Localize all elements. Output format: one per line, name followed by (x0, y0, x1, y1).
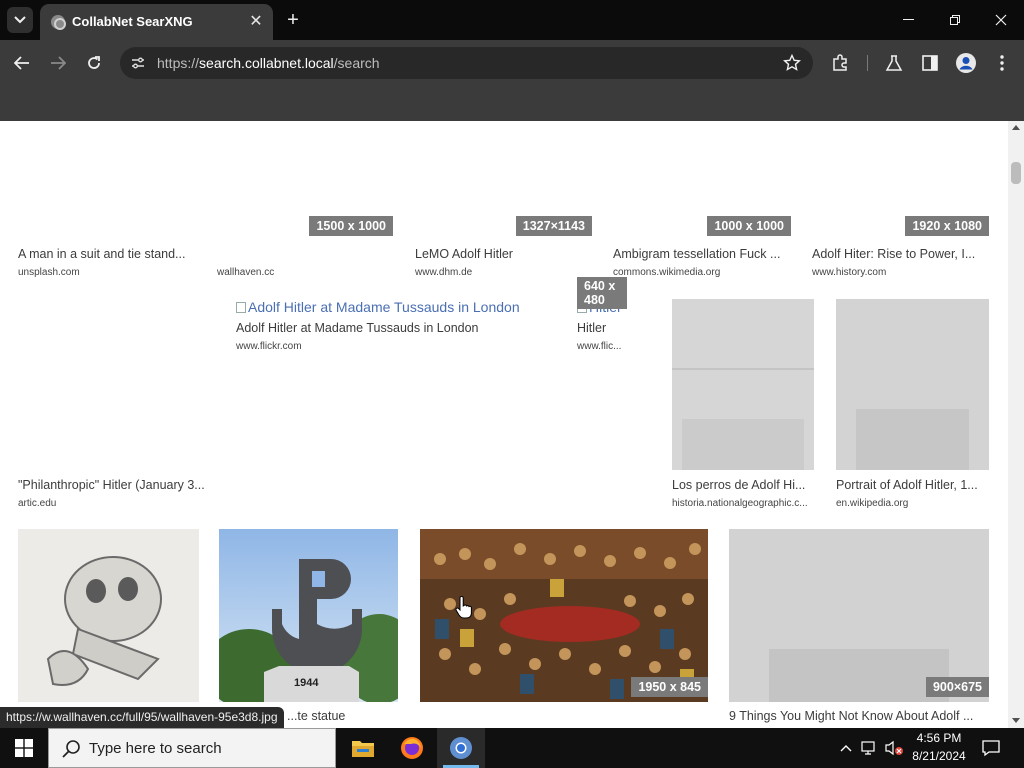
firefox-icon[interactable] (388, 728, 436, 768)
image-result[interactable]: Los perros de Adolf Hi... historia.natio… (672, 299, 814, 514)
tab-search-button[interactable] (7, 7, 33, 33)
tab-title: CollabNet SearXNG (72, 14, 193, 29)
result-url: historia.nationalgeographic.c... (672, 498, 808, 509)
result-thumbnail[interactable]: 1944 (219, 529, 398, 702)
image-result[interactable] (18, 529, 199, 704)
image-result[interactable]: 1500 x 1000 wallhaven.cc (217, 121, 393, 281)
result-thumbnail[interactable] (836, 299, 989, 470)
image-result[interactable]: 1920 x 1080 Adolf Hiter: Rise to Power, … (812, 121, 989, 281)
menu-icon[interactable] (991, 52, 1013, 74)
result-url: www.history.com (812, 267, 887, 278)
result-title[interactable]: LeMO Adolf Hitler (415, 247, 592, 261)
statue-plaque-text: 1944 (294, 677, 319, 689)
search-icon (62, 740, 80, 758)
minimize-icon[interactable] (886, 0, 932, 40)
taskbar-search-placeholder: Type here to search (89, 740, 222, 757)
resolution-badge: 640 x 480 (577, 277, 627, 309)
resolution-badge: 1000 x 1000 (707, 216, 791, 236)
windows-icon[interactable] (0, 728, 48, 768)
result-title[interactable]: Portrait of Adolf Hitler, 1... (836, 478, 989, 492)
site-info-icon[interactable] (130, 55, 146, 71)
page-scrollbar[interactable] (1008, 121, 1024, 728)
result-url: commons.wikimedia.org (613, 267, 721, 278)
hand-cursor-icon (455, 596, 472, 619)
bookmarks-bar (0, 86, 1024, 121)
volume-muted-icon[interactable] (884, 738, 904, 758)
network-icon[interactable] (860, 738, 880, 758)
toolbar-separator (867, 55, 868, 71)
resolution-badge: 900×675 (925, 677, 989, 697)
star-icon[interactable] (783, 54, 801, 72)
result-title[interactable]: Adolf Hiter: Rise to Power, I... (812, 247, 989, 261)
image-result[interactable]: "Philanthropic" Hitler (January 3... art… (18, 471, 218, 511)
browser-toolbar: https://search.collabnet.local/search (0, 40, 1024, 86)
url-text: https://search.collabnet.local/search (157, 55, 380, 71)
link-status-bubble: https://w.wallhaven.cc/full/95/wallhaven… (0, 707, 284, 728)
result-title[interactable]: "Philanthropic" Hitler (January 3... (18, 478, 213, 492)
result-thumbnail[interactable] (18, 529, 199, 702)
address-bar[interactable]: https://search.collabnet.local/search (120, 47, 813, 79)
back-icon[interactable] (8, 49, 36, 77)
resolution-badge: 1920 x 1080 (905, 216, 989, 236)
chrome-icon[interactable] (437, 728, 485, 768)
image-result[interactable]: Hitler 640 x 480 Hitler www.flic... (577, 277, 627, 357)
tab-active[interactable]: CollabNet SearXNG ✕ (40, 4, 273, 40)
tab-search-icon (14, 16, 26, 24)
result-url: www.dhm.de (415, 267, 473, 278)
clock-date[interactable]: 8/21/2024 (904, 749, 974, 763)
result-title[interactable]: A man in a suit and tie stand... (18, 247, 198, 261)
file-explorer-icon[interactable] (339, 728, 387, 768)
notification-icon[interactable] (981, 738, 1001, 758)
scroll-down-icon[interactable] (1012, 718, 1020, 723)
plus-icon[interactable]: + (281, 8, 305, 32)
resolution-badge: 1500 x 1000 (309, 216, 393, 236)
labs-icon[interactable] (883, 52, 905, 74)
reload-icon[interactable] (80, 49, 108, 77)
tab-strip: CollabNet SearXNG ✕ + (0, 0, 1024, 40)
result-title[interactable]: Los perros de Adolf Hi... (672, 478, 814, 492)
broken-image: Adolf Hitler at Madame Tussauds in Londo… (236, 299, 556, 315)
extensions-icon[interactable] (829, 52, 851, 74)
image-result[interactable]: 1944 ...te statue (219, 529, 398, 728)
broken-image-icon (236, 302, 246, 313)
result-url: en.wikipedia.org (836, 498, 909, 509)
result-url: www.flic... (577, 341, 622, 352)
sidebar-icon[interactable] (919, 52, 941, 74)
result-title[interactable]: Hitler (577, 321, 627, 335)
image-result[interactable]: 900×675 9 Things You Might Not Know Abou… (729, 529, 989, 728)
result-title[interactable]: 9 Things You Might Not Know About Adolf … (729, 709, 989, 723)
result-url: www.flickr.com (236, 341, 302, 352)
taskbar: Type here to search 4:56 PM 8/21/2024 (0, 728, 1024, 768)
result-url: unsplash.com (18, 267, 80, 278)
image-result[interactable]: 1000 x 1000 Ambigram tessellation Fuck .… (613, 121, 791, 281)
resolution-badge: 1950 x 845 (631, 677, 708, 697)
search-results-page: A man in a suit and tie stand... unsplas… (0, 121, 1008, 728)
close-window-icon[interactable] (978, 0, 1024, 40)
favicon (51, 15, 66, 30)
image-result[interactable]: 1327×1143 LeMO Adolf Hitler www.dhm.de (415, 121, 592, 281)
clock-time[interactable]: 4:56 PM (904, 731, 974, 745)
image-result[interactable]: A man in a suit and tie stand... unsplas… (18, 121, 198, 281)
chevron-up-icon[interactable] (836, 738, 856, 758)
result-url: artic.edu (18, 498, 57, 509)
scroll-up-icon[interactable] (1012, 125, 1020, 130)
image-result[interactable]: Adolf Hitler at Madame Tussauds in Londo… (236, 299, 556, 359)
profile-icon[interactable] (955, 52, 977, 74)
scroll-thumb[interactable] (1011, 162, 1021, 184)
result-title[interactable]: Adolf Hitler at Madame Tussauds in Londo… (236, 321, 556, 335)
result-url: wallhaven.cc (217, 267, 275, 278)
close-icon[interactable]: ✕ (245, 11, 267, 33)
resolution-badge: 1327×1143 (515, 216, 592, 236)
forward-icon[interactable] (44, 49, 72, 77)
result-title[interactable]: Ambigram tessellation Fuck ... (613, 247, 791, 261)
image-result[interactable]: Portrait of Adolf Hitler, 1... en.wikipe… (836, 299, 989, 514)
result-thumbnail[interactable] (672, 299, 814, 470)
taskbar-search-box[interactable]: Type here to search (48, 728, 336, 768)
restore-icon[interactable] (932, 0, 978, 40)
